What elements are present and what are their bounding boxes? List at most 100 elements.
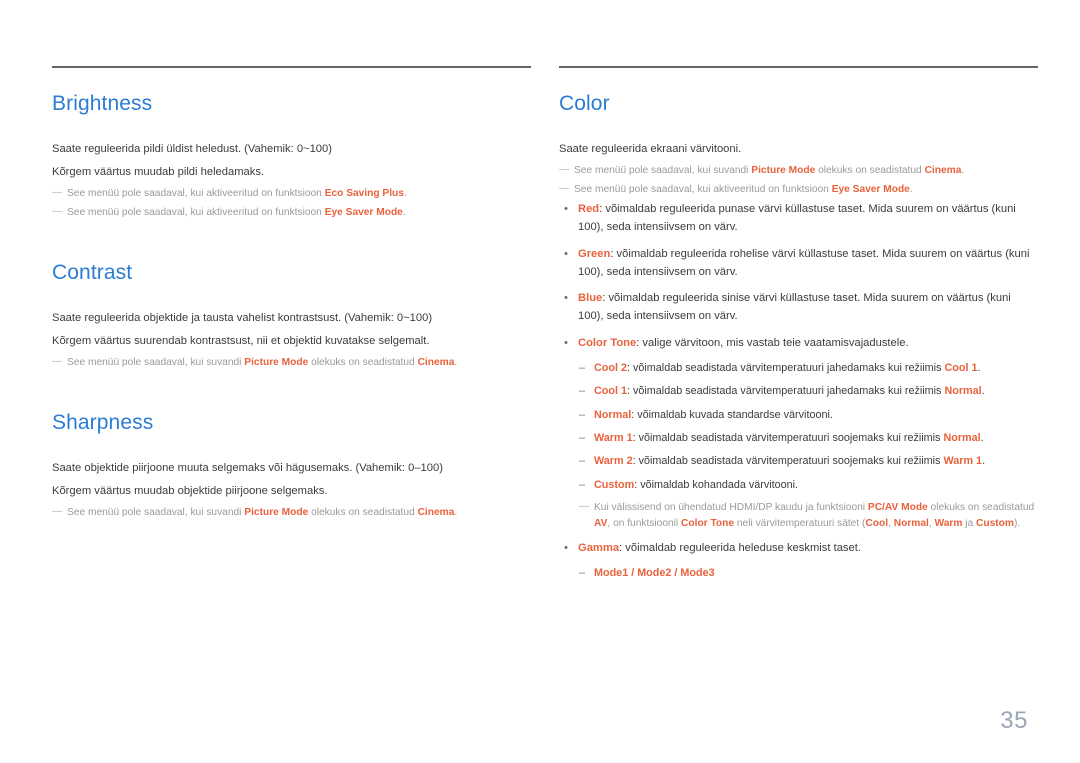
note-accent: Picture Mode — [751, 165, 816, 177]
section-sharpness: Sharpness Saate objektide piirjoone muut… — [52, 411, 531, 521]
note-text-end: . — [402, 207, 406, 219]
note-accent-2: Cinema — [417, 507, 455, 519]
note-text: See menüü pole saadaval, kui suvandi — [67, 357, 245, 369]
setting-description-color-tone: : valige värvitoon, mis vastab teie vaat… — [636, 337, 909, 350]
note-accent: Eye Saver Mode — [324, 207, 403, 219]
note-text-3: , on funktsioonil — [607, 517, 682, 529]
list-item-gamma: • Gamma: võimaldab reguleerida heleduse … — [559, 540, 1038, 582]
column-rule-left — [52, 66, 531, 68]
option-description: : võimaldab seadistada värvitemperatuuri… — [632, 455, 944, 468]
contrast-description-1: Saate reguleerida objektide ja tausta va… — [52, 311, 433, 324]
note-text-end: . — [454, 357, 458, 369]
option-label: Custom — [594, 478, 635, 491]
brightness-note-1: — See menüü pole saadaval, kui aktiveeri… — [52, 186, 531, 202]
page-title-brightness: Brightness — [52, 92, 153, 115]
option-description: : võimaldab seadistada värvitemperatuuri… — [627, 385, 945, 398]
brightness-note-2: — See menüü pole saadaval, kui aktiveeri… — [52, 205, 531, 221]
note-text-end: . — [909, 183, 913, 195]
setting-label-color-tone: Color Tone — [578, 337, 637, 350]
note-text: See menüü pole saadaval, kui suvandi — [67, 507, 245, 519]
option-description: : võimaldab seadistada värvitemperatuuri… — [627, 362, 945, 375]
page-number: 35 — [1000, 707, 1028, 734]
manual-page: Brightness Saate reguleerida pildi üldis… — [0, 0, 1080, 763]
sub-dash-icon: – — [579, 362, 586, 375]
note-accent-1: PC/AV Mode — [867, 501, 928, 513]
bullet-dot-icon: • — [564, 292, 568, 305]
note-accent: Picture Mode — [244, 507, 309, 519]
note-accent: Eye Saver Mode — [831, 183, 910, 195]
contrast-note-1: — See menüü pole saadaval, kui suvandi P… — [52, 355, 531, 371]
bullet-dot-icon: • — [564, 247, 568, 260]
sharpness-description-2: Kõrgem väärtus muudab objektide piirjoon… — [52, 485, 328, 498]
list-item-gamma-modes: – Mode1 / Mode2 / Mode3 — [578, 565, 1038, 582]
list-item-green: • Green: võimaldab reguleerida rohelise … — [559, 246, 1038, 282]
setting-label-green: Green — [578, 247, 611, 260]
note-dash-icon: — — [52, 187, 63, 199]
note-text-7: ja — [962, 517, 977, 529]
page-title-sharpness: Sharpness — [52, 411, 154, 434]
note-accent: Picture Mode — [244, 357, 309, 369]
list-item-color-tone: • Color Tone: valige värvitoon, mis vast… — [559, 335, 1038, 531]
page-title-color: Color — [559, 92, 610, 115]
section-contrast: Contrast Saate reguleerida objektide ja … — [52, 261, 531, 371]
option-reference: Cool 1 — [944, 362, 978, 375]
setting-description-red: : võimaldab reguleerida punase värvi kül… — [578, 202, 1016, 233]
setting-description-gamma: : võimaldab reguleerida heleduse keskmis… — [619, 542, 861, 555]
note-accent-7: Custom — [976, 517, 1014, 529]
setting-label-blue: Blue — [578, 292, 603, 305]
note-accent-2: AV — [594, 517, 608, 529]
color-settings-list: • Red: võimaldab reguleerida punase värv… — [559, 201, 1038, 583]
note-text-end: . — [961, 165, 965, 177]
note-dash-icon: — — [52, 356, 63, 368]
sub-dash-icon: – — [579, 432, 586, 445]
color-description: Saate reguleerida ekraani värvitooni. — [559, 143, 742, 155]
note-dash-icon: — — [559, 164, 570, 176]
note-text-4: neli värvitemperatuuri sätet ( — [734, 517, 866, 529]
note-text-end: . — [454, 507, 458, 519]
note-dash-icon: — — [559, 182, 570, 194]
note-text: See menüü pole saadaval, kui aktiveeritu… — [574, 183, 832, 195]
note-dash-icon: — — [52, 506, 63, 518]
note-accent: Eco Saving Plus — [324, 188, 404, 200]
note-text-mid: olekuks on seadistatud — [308, 357, 418, 369]
note-accent-2: Cinema — [417, 357, 455, 369]
list-item-custom: – Custom: võimaldab kohandada värvitooni… — [578, 477, 1038, 494]
list-item-blue: • Blue: võimaldab reguleerida sinise vär… — [559, 290, 1038, 326]
option-reference: Normal — [944, 385, 982, 398]
sub-dash-icon: – — [579, 567, 586, 580]
color-tone-options: – Cool 2: võimaldab seadistada värvitemp… — [578, 360, 1038, 494]
option-reference: Warm 1 — [943, 455, 983, 468]
note-accent-3: Color Tone — [681, 517, 735, 529]
contrast-description-2: Kõrgem väärtus suurendab kontrastsust, n… — [52, 335, 430, 348]
sharpness-description-1: Saate objektide piirjoone muuta selgemak… — [52, 462, 443, 474]
setting-description-green: : võimaldab reguleerida rohelise värvi k… — [578, 247, 1030, 278]
sub-dash-icon: – — [579, 408, 586, 421]
note-text-2: olekuks on seadistatud — [927, 501, 1035, 513]
bullet-dot-icon: • — [564, 202, 568, 215]
note-text-end: . — [403, 188, 407, 200]
bullet-dot-icon: • — [564, 542, 568, 555]
left-column: Brightness Saate reguleerida pildi üldis… — [52, 66, 531, 592]
option-description-end: . — [980, 432, 984, 445]
option-description: : võimaldab kohandada värvitooni. — [634, 478, 799, 491]
list-item-cool-2: – Cool 2: võimaldab seadistada värvitemp… — [578, 360, 1038, 377]
sub-dash-icon: – — [579, 385, 586, 398]
note-text-1: Kui välissisend on ühendatud HDMI/DP kau… — [594, 501, 868, 513]
option-label: Warm 1 — [594, 432, 633, 445]
right-column: Color Saate reguleerida ekraani värvitoo… — [559, 66, 1038, 592]
sub-dash-icon: – — [579, 478, 586, 491]
option-description: : võimaldab seadistada värvitemperatuuri… — [632, 432, 944, 445]
section-brightness: Brightness Saate reguleerida pildi üldis… — [52, 92, 531, 221]
option-description: : võimaldab kuvada standardse värvitooni… — [631, 408, 833, 421]
option-label: Normal — [594, 408, 632, 421]
page-title-contrast: Contrast — [52, 260, 133, 284]
setting-description-blue: : võimaldab reguleerida sinise värvi kül… — [578, 292, 1011, 323]
option-description-end: . — [981, 385, 985, 398]
note-text: See menüü pole saadaval, kui aktiveeritu… — [67, 188, 325, 200]
bullet-dot-icon: • — [564, 337, 568, 350]
note-text-8: ). — [1013, 517, 1021, 529]
sub-dash-icon: – — [579, 455, 586, 468]
color-note-1: — See menüü pole saadaval, kui suvandi P… — [559, 163, 1038, 179]
option-label: Cool 1 — [594, 385, 627, 398]
list-item-red: • Red: võimaldab reguleerida punase värv… — [559, 201, 1038, 237]
